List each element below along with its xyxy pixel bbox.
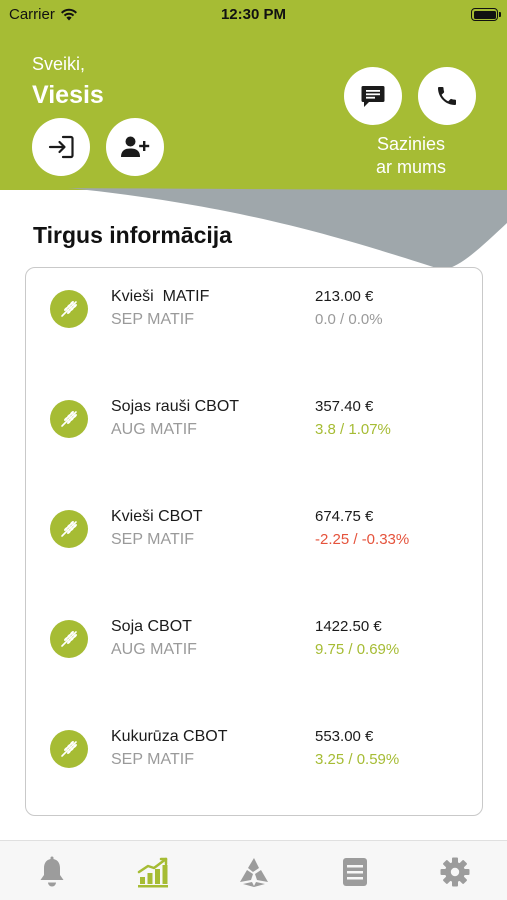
market-row[interactable]: Soja CBOT AUG MATIF 1422.50 € 9.75 / 0.69%: [26, 598, 482, 658]
contract-month: AUG MATIF: [111, 421, 197, 438]
login-button[interactable]: [32, 118, 90, 176]
tab-list[interactable]: [337, 855, 373, 889]
tab-bar: [0, 840, 507, 900]
username-text: Viesis: [32, 81, 104, 109]
call-button[interactable]: [418, 67, 476, 125]
price-change: 3.25 / 0.59%: [315, 751, 400, 768]
commodity-name: Kvieši CBOT: [111, 508, 203, 525]
list-icon: [343, 858, 367, 886]
contract-month: AUG MATIF: [111, 641, 197, 658]
commodity-icon: [50, 400, 88, 438]
commodity-name: Sojas rauši CBOT: [111, 398, 240, 415]
wheat-icon: [61, 631, 77, 647]
tab-settings[interactable]: [437, 855, 473, 889]
phone-icon: [438, 87, 456, 105]
greeting-text: Sveiki,: [32, 54, 86, 74]
gear-icon: [440, 857, 470, 887]
message-button[interactable]: [344, 67, 402, 125]
add-user-icon: [121, 136, 150, 157]
commodity-price: 213.00 €: [315, 288, 374, 305]
market-row[interactable]: Kvieši MATIF SEP MATIF 213.00 € 0.0 / 0.0%: [26, 268, 482, 328]
message-icon: [361, 86, 385, 107]
contact-us-label: Sazinies ar mums: [352, 133, 470, 179]
register-button[interactable]: [106, 118, 164, 176]
contract-month: SEP MATIF: [111, 531, 194, 548]
contract-month: SEP MATIF: [111, 311, 194, 328]
market-row[interactable]: Kvieši CBOT SEP MATIF 674.75 € -2.25 / -0.3…: [26, 488, 482, 548]
wheat-icon: [61, 301, 77, 317]
price-change: -2.25 / -0.33%: [315, 531, 410, 548]
tab-home[interactable]: [236, 855, 272, 889]
battery-icon: [471, 8, 501, 21]
contract-month: SEP MATIF: [111, 751, 194, 768]
commodity-icon: [50, 290, 88, 328]
wheat-icon: [61, 411, 77, 427]
commodity-price: 357.40 €: [315, 398, 374, 415]
tab-market[interactable]: [135, 855, 171, 889]
contact-label-line1: Sazinies: [376, 134, 446, 154]
logo-icon: [240, 858, 268, 887]
commodity-name: Kvieši MATIF: [111, 288, 210, 305]
commodity-price: 553.00 €: [315, 728, 374, 745]
market-info-title: Tirgus informācija: [33, 222, 232, 248]
price-change: 3.8 / 1.07%: [315, 421, 391, 438]
login-icon: [48, 135, 74, 159]
market-row[interactable]: Kukurūza CBOT SEP MATIF 553.00 € 3.25 / 0.5…: [26, 708, 482, 768]
commodity-icon: [50, 620, 88, 658]
contact-label-line2: ar mums: [375, 157, 446, 177]
market-card: Kvieši MATIF SEP MATIF 213.00 € 0.0 / 0.0% S…: [25, 267, 483, 816]
status-bar: Carrier 12:30 PM: [0, 0, 507, 30]
commodity-icon: [50, 510, 88, 548]
commodity-name: Kukurūza CBOT: [111, 728, 228, 745]
commodity-name: Soja CBOT: [111, 618, 192, 635]
price-change: 0.0 / 0.0%: [315, 311, 383, 328]
header: Sveiki, Viesis Sazinies ar mums: [0, 30, 507, 190]
price-change: 9.75 / 0.69%: [315, 641, 400, 658]
market-row[interactable]: Sojas rauši CBOT AUG MATIF 357.40 € 3.8 / 1…: [26, 378, 482, 438]
status-time: 12:30 PM: [220, 6, 287, 23]
commodity-icon: [50, 730, 88, 768]
commodity-price: 1422.50 €: [315, 618, 382, 635]
tab-notifications[interactable]: [34, 855, 70, 889]
bell-icon: [40, 856, 64, 887]
wheat-icon: [61, 521, 77, 537]
wheat-icon: [61, 741, 77, 757]
chart-icon: [137, 857, 168, 888]
commodity-price: 674.75 €: [315, 508, 374, 525]
